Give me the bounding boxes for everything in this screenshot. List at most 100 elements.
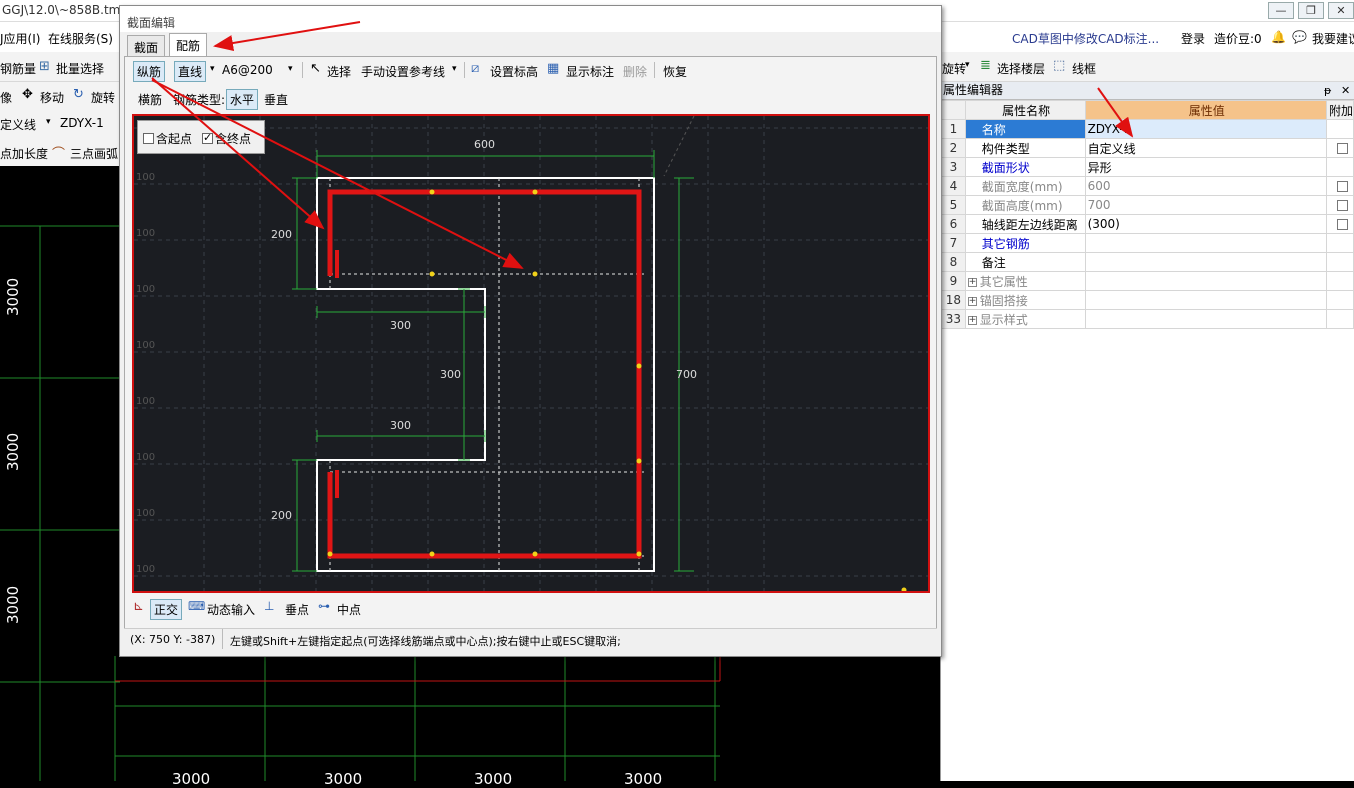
property-row[interactable]: 18 + 锚固搭接 (941, 290, 1354, 310)
property-value[interactable] (1084, 233, 1327, 253)
chevron-down-icon[interactable]: ▾ (210, 64, 215, 74)
property-row[interactable]: 6 轴线距左边线距离 (300) (941, 214, 1354, 234)
manual-reference-line-button[interactable]: 手动设置参考线 (361, 63, 445, 80)
property-value[interactable] (1084, 271, 1327, 291)
property-row-index: 1 (941, 119, 966, 139)
cursor-icon: ↖ (310, 61, 321, 76)
property-value[interactable]: 600 (1084, 176, 1327, 196)
tab-section[interactable]: 截面 (127, 35, 166, 56)
property-name-text: 截面宽度(mm) (981, 179, 1063, 194)
property-value[interactable] (1084, 309, 1327, 329)
chevron-down-icon[interactable]: ▾ (46, 117, 51, 127)
chevron-down-icon[interactable]: ▾ (965, 60, 970, 70)
property-extra[interactable] (1325, 214, 1354, 234)
close-icon[interactable]: ✕ (1341, 82, 1350, 99)
property-value[interactable]: 异形 (1084, 157, 1327, 177)
bell-icon[interactable]: 🔔 (1271, 30, 1286, 44)
midpoint-snap-toggle[interactable]: 中点 (337, 601, 361, 618)
property-name: + 其它属性 (964, 271, 1086, 291)
dim-mid-right-300: 300 (440, 368, 461, 381)
property-row[interactable]: 4 截面宽度(mm) 600 (941, 176, 1354, 196)
expand-icon[interactable]: + (967, 315, 977, 325)
tab-reinforcement[interactable]: 配筋 (169, 33, 208, 57)
property-value[interactable]: 700 (1084, 195, 1327, 215)
wireframe-button[interactable]: 线框 (1072, 60, 1096, 77)
property-name: 名称 (964, 119, 1086, 139)
property-value[interactable] (1084, 290, 1327, 310)
straight-line-button[interactable]: 直线 (174, 61, 207, 82)
property-extra[interactable] (1325, 195, 1354, 215)
property-row[interactable]: 8 备注 (941, 252, 1354, 272)
property-value[interactable]: 自定义线 (1084, 138, 1327, 158)
property-value[interactable]: ZDYX-1 (1084, 119, 1327, 139)
transverse-rebar-button[interactable]: 横筋 (138, 91, 162, 108)
include-start-checkbox[interactable] (143, 133, 154, 144)
include-end-checkbox[interactable] (202, 131, 213, 144)
property-value[interactable]: (300) (1084, 214, 1327, 234)
expand-icon[interactable]: + (967, 296, 977, 306)
expand-icon[interactable]: + (967, 277, 977, 287)
rotate-dropdown[interactable]: 旋转 (942, 60, 966, 77)
rebar-qty-button[interactable]: 钢筋量 (0, 60, 36, 77)
suggest-link[interactable]: 我要建议 (1312, 30, 1354, 47)
property-row[interactable]: 1 名称 ZDYX-1 (941, 119, 1354, 139)
grid-dim-left-1: 3000 (4, 277, 22, 316)
ortho-toggle[interactable]: 正交 (150, 599, 183, 620)
keyboard-icon: ⌨ (188, 599, 206, 613)
longitudinal-rebar-button[interactable]: 纵筋 (133, 61, 166, 82)
property-row[interactable]: 9 + 其它属性 (941, 271, 1354, 291)
three-point-arc-button[interactable]: 三点画弧 (70, 145, 118, 162)
set-elevation-button[interactable]: 设置标高 (490, 63, 538, 80)
component-select[interactable]: ZDYX-1 (60, 116, 104, 130)
move-button[interactable]: 移动 (40, 89, 64, 106)
custom-line-select[interactable]: 定义线 (0, 116, 36, 133)
rebar-spec-input[interactable]: A6@200 (222, 63, 273, 77)
select-floor-button[interactable]: 选择楼层 (997, 60, 1045, 77)
select-button[interactable]: 选择 (327, 63, 351, 80)
chat-icon[interactable]: 💬 (1292, 30, 1307, 44)
property-row-index: 18 (941, 290, 966, 310)
toolbar-divider (464, 62, 465, 78)
property-value[interactable] (1084, 252, 1327, 272)
point-length-button[interactable]: 点加长度 (0, 145, 48, 162)
dynamic-input-toggle[interactable]: 动态输入 (207, 601, 255, 618)
chevron-down-icon[interactable]: ▾ (452, 64, 457, 74)
close-window-button[interactable]: ✕ (1328, 2, 1354, 19)
extra-checkbox[interactable] (1336, 200, 1348, 211)
cad-note-link[interactable]: CAD草图中修改CAD标注... (1012, 30, 1159, 47)
dim-mid-bottom-300: 300 (390, 419, 411, 432)
property-header-row: 属性名称 属性值 附加 (941, 100, 1354, 120)
section-canvas[interactable]: 600 700 200 200 300 300 300 100 100 100 … (132, 114, 930, 593)
extra-checkbox[interactable] (1336, 219, 1348, 230)
horizontal-button[interactable]: 水平 (226, 89, 259, 110)
include-start-option[interactable]: 含起点 (143, 130, 192, 147)
property-row[interactable]: 2 构件类型 自定义线 (941, 138, 1354, 158)
rotate-button[interactable]: 旋转 (91, 89, 115, 106)
extra-checkbox[interactable] (1336, 181, 1348, 192)
property-row[interactable]: 3 截面形状 异形 (941, 157, 1354, 177)
chevron-down-icon[interactable]: ▾ (288, 64, 293, 74)
move-icon: ✥ (22, 87, 33, 102)
include-end-option[interactable]: 含终点 (202, 130, 251, 147)
menu-apps[interactable]: J应用(I) (0, 30, 40, 47)
login-link[interactable]: 登录 (1181, 30, 1205, 47)
pin-icon[interactable]: ᵽ (1324, 82, 1331, 99)
maximize-button[interactable]: ❐ (1298, 2, 1324, 19)
property-extra[interactable] (1325, 176, 1354, 196)
perpendicular-snap-toggle[interactable]: 垂点 (285, 601, 309, 618)
dialog-status-bar: (X: 750 Y: -387) 左键或Shift+左键指定起点(可选择线筋端点… (124, 628, 937, 650)
property-row[interactable]: 7 其它钢筋 (941, 233, 1354, 253)
restore-button[interactable]: 恢复 (663, 63, 687, 80)
property-extra[interactable] (1325, 138, 1354, 158)
menu-online-service[interactable]: 在线服务(S) (48, 30, 113, 47)
show-label-button[interactable]: 显示标注 (566, 63, 614, 80)
minimize-button[interactable]: — (1268, 2, 1294, 19)
extra-checkbox[interactable] (1336, 143, 1348, 154)
delete-button[interactable]: 删除 (623, 63, 647, 80)
property-row[interactable]: 33 + 显示样式 (941, 309, 1354, 329)
batch-select-button[interactable]: 批量选择 (56, 60, 104, 77)
dim-top-600: 600 (474, 138, 495, 151)
vertical-button[interactable]: 垂直 (264, 91, 288, 108)
property-extra (1325, 252, 1354, 272)
property-row[interactable]: 5 截面高度(mm) 700 (941, 195, 1354, 215)
